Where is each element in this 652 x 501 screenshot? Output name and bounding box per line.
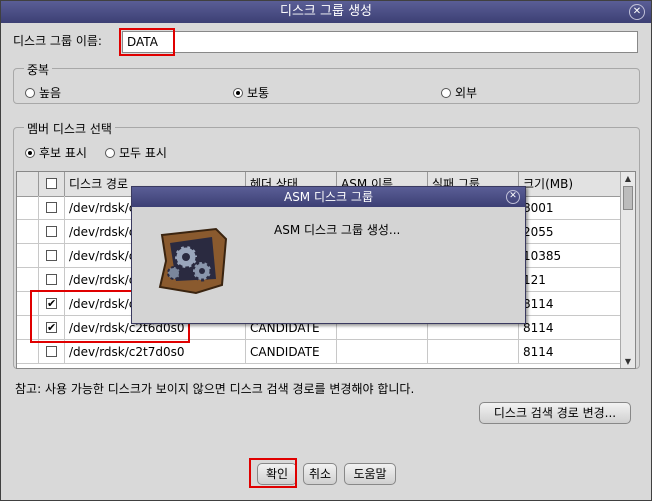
radio-icon <box>441 87 451 98</box>
cell-size: 8001 <box>519 196 622 220</box>
cell-size: 10385 <box>519 244 622 268</box>
dialog-close-icon[interactable]: ✕ <box>506 190 520 204</box>
redundancy-high-radio[interactable]: 높음 <box>25 84 61 101</box>
cell-disk-path: /dev/rdsk/c2t7d0s0 <box>65 340 246 364</box>
row-gutter <box>17 196 39 220</box>
window-title: 디스크 그룹 생성 <box>280 4 372 19</box>
show-candidates-label: 후보 표시 <box>39 146 87 160</box>
checkbox-checked-icon: ✔ <box>46 321 57 334</box>
row-select[interactable] <box>39 220 65 244</box>
redundancy-external-radio[interactable]: 외부 <box>441 84 477 101</box>
checkbox-icon <box>46 274 57 285</box>
create-disk-group-window: 디스크 그룹 생성 ✕ 디스크 그룹 이름: 중복 높음 보통 외부 멤버 디스… <box>0 0 652 501</box>
radio-selected-icon <box>233 87 243 98</box>
row-gutter <box>17 220 39 244</box>
disk-group-name-label: 디스크 그룹 이름: <box>13 34 102 48</box>
checkbox-checked-icon: ✔ <box>46 297 57 310</box>
change-discovery-path-button[interactable]: 디스크 검색 경로 변경... <box>479 402 631 424</box>
redundancy-high-label: 높음 <box>39 86 62 100</box>
table-scrollbar[interactable]: ▲ ▼ <box>620 172 635 368</box>
radio-icon <box>25 87 35 98</box>
row-select[interactable] <box>39 196 65 220</box>
asm-progress-dialog: ASM 디스크 그룹 ✕ ASM 디스크 그룹 생성... <box>131 186 526 324</box>
cell-asm-name <box>337 340 428 364</box>
scroll-down-icon[interactable]: ▼ <box>621 355 635 368</box>
cancel-button[interactable]: 취소 <box>303 463 337 485</box>
scroll-up-icon[interactable]: ▲ <box>621 172 635 185</box>
discovery-path-note: 참고: 사용 가능한 디스크가 보이지 않으면 디스크 검색 경로를 변경해야 … <box>15 382 415 396</box>
row-select[interactable]: ✔ <box>39 316 65 340</box>
help-button[interactable]: 도움말 <box>344 463 396 485</box>
cell-size: 8114 <box>519 292 622 316</box>
member-disks-legend: 멤버 디스크 선택 <box>24 120 115 137</box>
cell-size: 121 <box>519 268 622 292</box>
close-icon[interactable]: ✕ <box>629 4 645 20</box>
gears-icon <box>158 227 228 295</box>
show-all-radio[interactable]: 모두 표시 <box>105 144 167 161</box>
cell-size: 8114 <box>519 316 622 340</box>
header-row-spacer <box>17 172 39 196</box>
cell-size: 8114 <box>519 340 622 364</box>
row-gutter <box>17 340 39 364</box>
row-select[interactable] <box>39 340 65 364</box>
checkbox-icon <box>46 178 57 189</box>
disk-group-name-input[interactable] <box>122 31 638 53</box>
window-titlebar[interactable]: 디스크 그룹 생성 ✕ <box>1 1 651 23</box>
show-all-label: 모두 표시 <box>119 146 167 160</box>
redundancy-normal-label: 보통 <box>247 86 270 100</box>
checkbox-icon <box>46 346 57 357</box>
row-select[interactable] <box>39 268 65 292</box>
row-gutter <box>17 244 39 268</box>
checkbox-icon <box>46 250 57 261</box>
ok-button[interactable]: 확인 <box>257 463 297 485</box>
dialog-message: ASM 디스크 그룹 생성... <box>274 223 401 237</box>
row-select[interactable]: ✔ <box>39 292 65 316</box>
checkbox-icon <box>46 202 57 213</box>
column-size[interactable]: 크기(MB) <box>519 172 622 196</box>
table-row[interactable]: /dev/rdsk/c2t7d0s0 CANDIDATE 8114 <box>17 340 622 364</box>
cell-size: 2055 <box>519 220 622 244</box>
redundancy-external-label: 외부 <box>455 86 478 100</box>
cell-failure-group <box>428 340 519 364</box>
redundancy-group: 중복 <box>13 61 640 104</box>
row-gutter <box>17 268 39 292</box>
radio-selected-icon <box>25 147 35 158</box>
header-select-all[interactable] <box>39 172 65 196</box>
radio-icon <box>105 147 115 158</box>
dialog-title: ASM 디스크 그룹 <box>283 190 373 204</box>
scroll-thumb[interactable] <box>623 186 633 210</box>
show-candidates-radio[interactable]: 후보 표시 <box>25 144 87 161</box>
cell-header-status: CANDIDATE <box>246 340 337 364</box>
row-select[interactable] <box>39 244 65 268</box>
row-gutter <box>17 292 39 316</box>
row-gutter <box>17 316 39 340</box>
redundancy-legend: 중복 <box>24 61 53 78</box>
checkbox-icon <box>46 226 57 237</box>
redundancy-normal-radio[interactable]: 보통 <box>233 84 269 101</box>
dialog-titlebar[interactable]: ASM 디스크 그룹 ✕ <box>132 187 525 207</box>
